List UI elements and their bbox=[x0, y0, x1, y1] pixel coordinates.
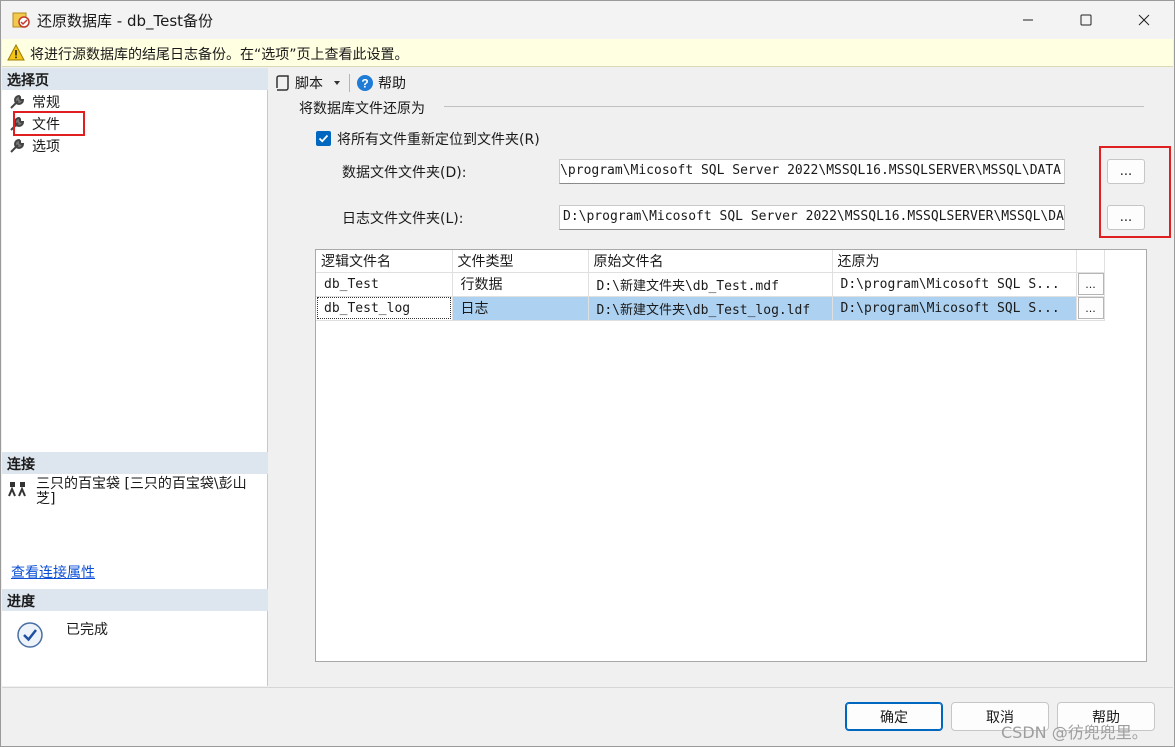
data-folder-value: D:\program\Micosoft SQL Server 2022\MSSQ… bbox=[559, 163, 1061, 178]
cell-restore-as[interactable]: D:\program\Micosoft SQL S... bbox=[832, 296, 1077, 321]
progress-header: 进度 bbox=[2, 589, 268, 611]
script-label: 脚本 bbox=[295, 76, 323, 92]
left-pane: 选择页 常规 文件 选项 连接 三只的百宝袋 [三只的百宝袋\彭山芝] 查看连接… bbox=[2, 68, 268, 686]
warning-bar: 将进行源数据库的结尾日志备份。在“选项”页上查看此设置。 bbox=[2, 39, 1173, 67]
cell-browse: ... bbox=[1076, 272, 1105, 297]
watermark: CSDN @彷兜兜里。 bbox=[1001, 723, 1148, 742]
restore-database-window: 还原数据库 - db_Test备份 将进行源数据库的结尾日志备份。在“选项”页上… bbox=[0, 0, 1175, 747]
nav-item-options[interactable]: 选项 bbox=[8, 136, 60, 156]
connection-info: 三只的百宝袋 [三只的百宝袋\彭山芝] bbox=[36, 476, 247, 507]
toolbar-separator bbox=[349, 74, 350, 92]
relocate-all-files-checkbox[interactable] bbox=[316, 131, 331, 146]
cell-restore-as[interactable]: D:\program\Micosoft SQL S... bbox=[832, 272, 1077, 297]
log-folder-input[interactable]: D:\program\Micosoft SQL Server 2022\MSSQ… bbox=[559, 205, 1065, 230]
warning-icon bbox=[7, 44, 25, 61]
cell-logical-name[interactable]: db_Test bbox=[316, 272, 453, 297]
check-complete-icon bbox=[17, 622, 43, 648]
connection-icon bbox=[8, 482, 26, 497]
warning-text: 将进行源数据库的结尾日志备份。在“选项”页上查看此设置。 bbox=[30, 47, 409, 63]
maximize-button[interactable] bbox=[1057, 1, 1115, 39]
data-folder-input[interactable]: D:\program\Micosoft SQL Server 2022\MSSQ… bbox=[559, 159, 1065, 184]
svg-text:?: ? bbox=[361, 77, 368, 91]
help-label: 帮助 bbox=[378, 76, 406, 92]
checkmark-icon bbox=[318, 134, 329, 143]
ok-button[interactable]: 确定 bbox=[845, 702, 943, 731]
wrench-icon bbox=[10, 94, 25, 109]
cell-original-name[interactable]: D:\新建文件夹\db_Test_log.ldf bbox=[588, 296, 833, 321]
toolbar: 脚本 ? 帮助 bbox=[269, 68, 1173, 98]
column-header-logical-name[interactable]: 逻辑文件名 bbox=[316, 250, 453, 273]
maximize-icon bbox=[1080, 14, 1092, 26]
table-header-row: 逻辑文件名 文件类型 原始文件名 还原为 bbox=[316, 250, 1105, 273]
wrench-icon bbox=[10, 138, 25, 153]
window-title: 还原数据库 - db_Test备份 bbox=[37, 12, 214, 30]
minimize-icon bbox=[1023, 19, 1033, 21]
highlight-box bbox=[13, 111, 85, 136]
nav-item-label: 选项 bbox=[32, 139, 60, 155]
file-grid[interactable]: 逻辑文件名 文件类型 原始文件名 还原为 db_Test 行数据 D:\新建文件… bbox=[315, 249, 1147, 662]
close-button[interactable] bbox=[1115, 1, 1173, 39]
log-folder-label: 日志文件文件夹(L): bbox=[342, 211, 464, 227]
column-header-file-type[interactable]: 文件类型 bbox=[452, 250, 589, 273]
right-pane: 脚本 ? 帮助 将数据库文件还原为 将所有文件重新定位到文件夹(R) 数据文件文… bbox=[269, 68, 1173, 686]
help-icon: ? bbox=[357, 75, 373, 91]
log-folder-value: D:\program\Micosoft SQL Server 2022\MSSQ… bbox=[563, 209, 1065, 224]
chevron-down-icon[interactable] bbox=[333, 79, 341, 87]
cell-file-type[interactable]: 行数据 bbox=[452, 272, 589, 297]
file-table: 逻辑文件名 文件类型 原始文件名 还原为 db_Test 行数据 D:\新建文件… bbox=[316, 250, 1105, 321]
progress-status: 已完成 bbox=[66, 622, 108, 638]
help-button[interactable]: ? 帮助 bbox=[356, 73, 406, 93]
cell-original-name[interactable]: D:\新建文件夹\db_Test.mdf bbox=[588, 272, 833, 297]
dialog-footer: 确定 取消 帮助 bbox=[2, 687, 1173, 746]
relocate-all-files-label[interactable]: 将所有文件重新定位到文件夹(R) bbox=[337, 129, 540, 149]
highlight-box bbox=[1099, 146, 1171, 238]
browse-row-button[interactable]: ... bbox=[1077, 297, 1103, 319]
cell-file-type[interactable]: 日志 bbox=[452, 296, 589, 321]
table-row[interactable]: db_Test_log 日志 D:\新建文件夹\db_Test_log.ldf … bbox=[316, 296, 1105, 321]
title-bar[interactable]: 还原数据库 - db_Test备份 bbox=[1, 1, 1174, 39]
script-button[interactable]: 脚本 bbox=[274, 73, 341, 93]
script-icon bbox=[276, 75, 289, 91]
column-header-restore-as[interactable]: 还原为 bbox=[832, 250, 1077, 273]
column-header-original-name[interactable]: 原始文件名 bbox=[588, 250, 833, 273]
group-divider bbox=[444, 106, 1144, 107]
connection-header: 连接 bbox=[2, 452, 268, 474]
select-page-header: 选择页 bbox=[2, 68, 268, 90]
column-header-browse bbox=[1076, 250, 1105, 273]
data-folder-label: 数据文件文件夹(D): bbox=[342, 165, 467, 181]
restore-database-app-icon bbox=[12, 12, 30, 28]
minimize-button[interactable] bbox=[999, 1, 1057, 39]
browse-row-button[interactable]: ... bbox=[1077, 273, 1103, 295]
view-connection-properties-link[interactable]: 查看连接属性 bbox=[11, 562, 95, 582]
cell-browse: ... bbox=[1076, 296, 1105, 321]
nav-item-label: 常规 bbox=[32, 95, 60, 111]
close-icon bbox=[1138, 14, 1150, 26]
nav-item-general[interactable]: 常规 bbox=[8, 92, 60, 112]
restore-files-group-label: 将数据库文件还原为 bbox=[299, 101, 425, 117]
table-row[interactable]: db_Test 行数据 D:\新建文件夹\db_Test.mdf D:\prog… bbox=[316, 272, 1105, 297]
cell-logical-name[interactable]: db_Test_log bbox=[316, 296, 453, 321]
